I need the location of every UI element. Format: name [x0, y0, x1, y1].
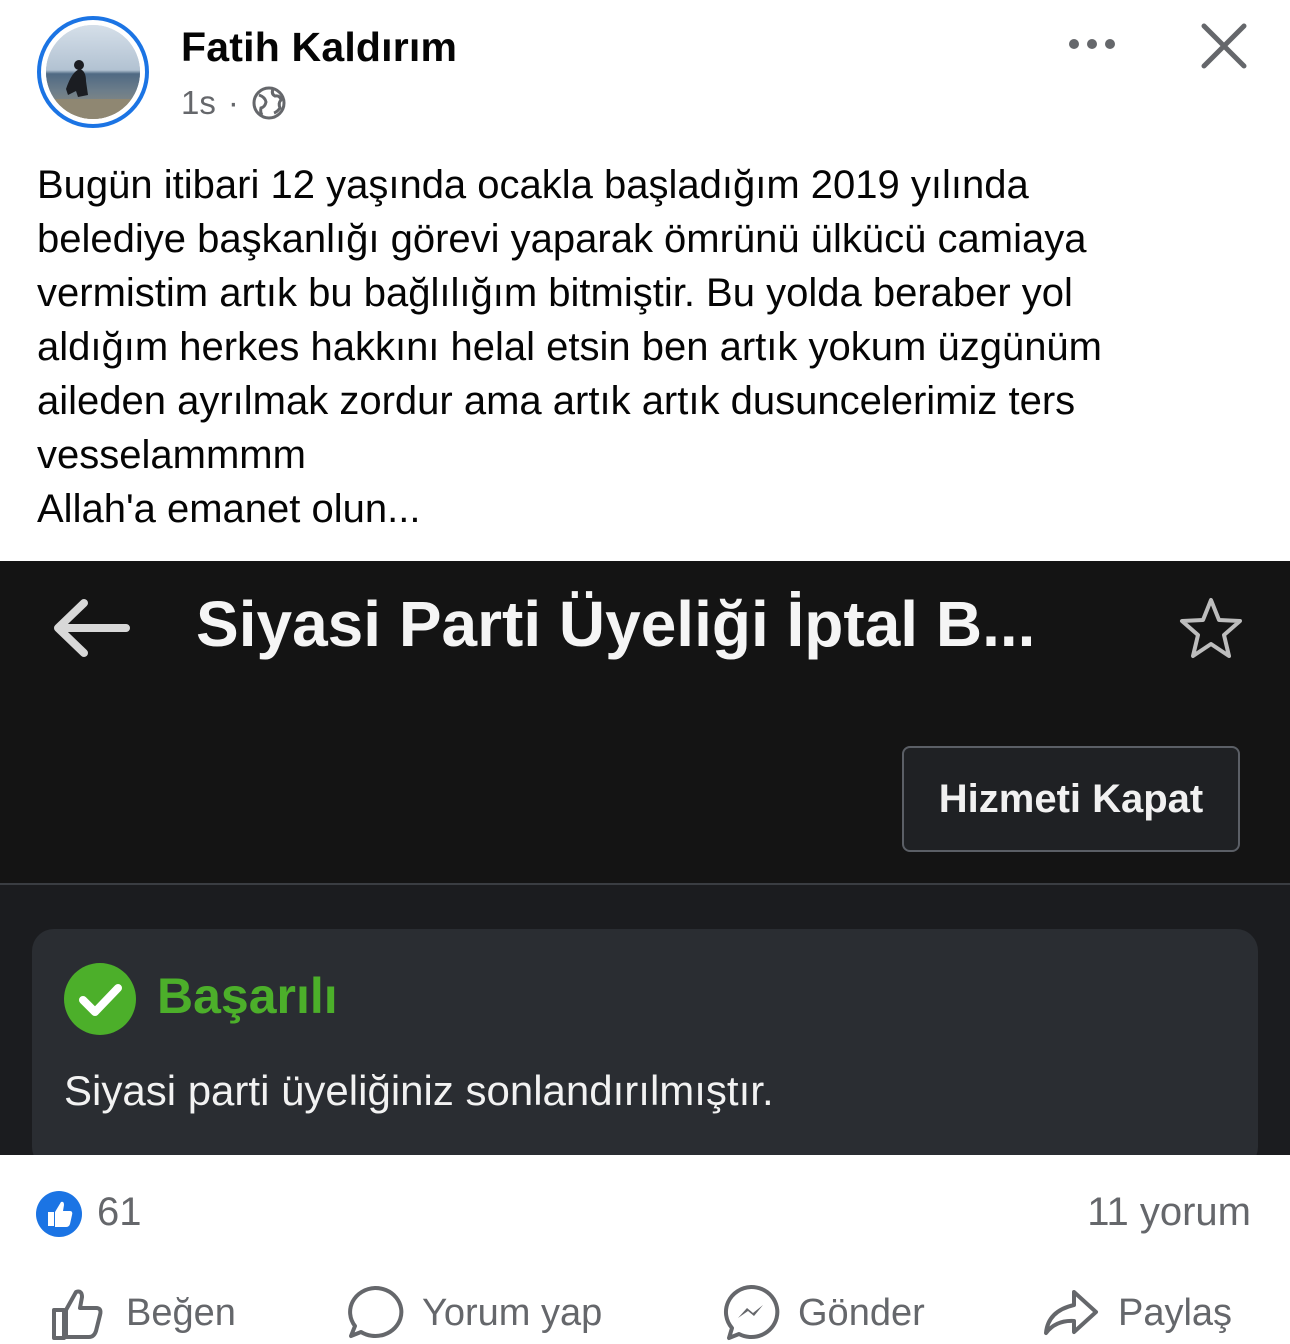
- image-success-badge: [63, 962, 137, 1036]
- close-icon: [1201, 23, 1247, 69]
- image-close-service-button: Hizmeti Kapat: [902, 746, 1240, 852]
- share-icon: [1044, 1290, 1098, 1335]
- messenger-icon: [724, 1284, 780, 1340]
- check-circle-icon: [64, 963, 136, 1035]
- avatar-image: [46, 25, 140, 119]
- back-arrow-icon: [54, 599, 130, 657]
- star-icon: [1180, 598, 1242, 658]
- avatar[interactable]: [46, 25, 140, 119]
- like-count[interactable]: 61: [97, 1190, 142, 1235]
- post-meta: 1s ·: [181, 84, 287, 122]
- like-reaction-badge[interactable]: [36, 1191, 82, 1237]
- image-success-card: [32, 929, 1258, 1155]
- like-button[interactable]: Beğen: [48, 1282, 236, 1344]
- comment-label: Yorum yap: [422, 1291, 603, 1334]
- more-options-icon: [1069, 39, 1115, 49]
- close-button[interactable]: [1196, 18, 1252, 74]
- thumbs-up-icon: [36, 1191, 82, 1237]
- send-label: Gönder: [798, 1291, 925, 1334]
- comment-count[interactable]: 11 yorum: [1087, 1190, 1251, 1235]
- share-label: Paylaş: [1118, 1291, 1233, 1334]
- author-name[interactable]: Fatih Kaldırım: [181, 24, 457, 71]
- post-text: Bugün itibari 12 yaşında ocakla başladığ…: [37, 163, 1102, 531]
- like-label: Beğen: [126, 1291, 236, 1334]
- image-status-label: Başarılı: [157, 968, 338, 1024]
- more-options-button[interactable]: [1064, 24, 1120, 64]
- post-image[interactable]: Siyasi Parti Üyeliği İptal B... Hizmeti …: [0, 561, 1290, 1155]
- comment-icon: [348, 1285, 404, 1338]
- comment-button[interactable]: Yorum yap: [344, 1282, 602, 1344]
- image-favorite: [1176, 595, 1246, 661]
- image-status-message: Siyasi parti üyeliğiniz sonlandırılmıştı…: [64, 1067, 774, 1114]
- globe-icon: [252, 86, 286, 120]
- thumbs-up-icon: [52, 1289, 103, 1340]
- send-button[interactable]: Gönder: [720, 1282, 925, 1344]
- post-time[interactable]: 1s: [181, 84, 216, 122]
- image-back-arrow: [50, 595, 132, 661]
- image-page-title: Siyasi Parti Üyeliği İptal B...: [196, 588, 1036, 660]
- share-button[interactable]: Paylaş: [1040, 1282, 1232, 1344]
- meta-separator: ·: [227, 84, 239, 121]
